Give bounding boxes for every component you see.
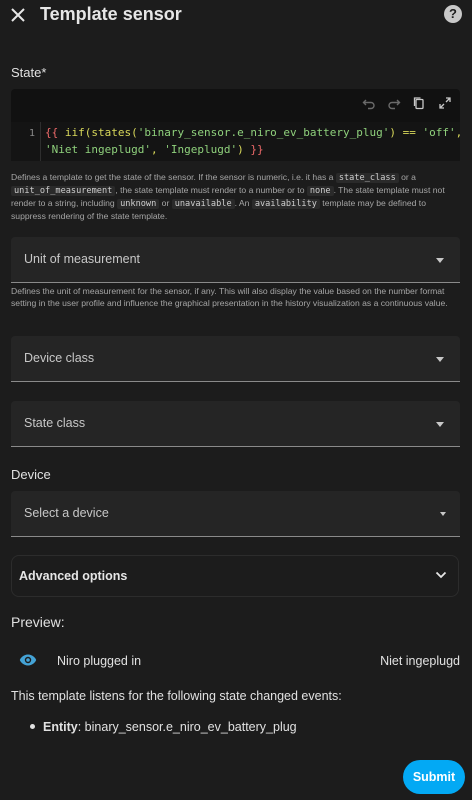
preview-label: Preview: (11, 614, 65, 630)
code-equals: ) == (389, 126, 423, 139)
code-true-string: 'Niet ingeplugd' (45, 143, 151, 156)
listen-events-text: This template listens for the following … (11, 689, 342, 703)
state-class-label: State class (24, 416, 86, 430)
listen-entity-value: : binary_sensor.e_niro_ev_battery_plug (77, 720, 297, 734)
state-helper-text: Defines a template to get the state of t… (11, 171, 456, 222)
code-false-string: 'Ingeplugd' (164, 143, 238, 156)
chevron-down-icon (435, 571, 447, 579)
code-chip-availability: availability (251, 199, 320, 209)
dropdown-arrow-icon (436, 422, 444, 427)
unit-of-measurement-label: Unit of measurement (24, 252, 141, 266)
device-picker[interactable]: Select a device (11, 491, 460, 537)
redo-icon[interactable] (387, 96, 401, 110)
helper-text-part: Defines a template to get the state of t… (11, 172, 336, 182)
code-open-brace: {{ (45, 126, 59, 139)
helper-text-part: , the state template must render to a nu… (115, 185, 307, 195)
advanced-options-expander[interactable]: Advanced options (11, 555, 459, 597)
state-label: State* (11, 65, 47, 80)
dialog-header: Template sensor ? (0, 0, 472, 30)
code-area[interactable]: 1 {{ iif(states('binary_sensor.e_niro_ev… (11, 122, 462, 161)
undo-icon[interactable] (362, 96, 376, 110)
device-class-label: Device class (24, 351, 95, 365)
code-chip-none: none (306, 186, 334, 196)
state-class-select[interactable]: State class (11, 401, 460, 447)
dropdown-arrow-icon (436, 258, 444, 263)
preview-entity-state: Niet ingeplugd (380, 654, 460, 668)
gutter-divider (40, 122, 41, 161)
code-close-brace: }} (250, 143, 264, 156)
unit-of-measurement-select[interactable]: Unit of measurement (11, 237, 460, 283)
listen-entity-item: Entity: binary_sensor.e_niro_ev_battery_… (30, 720, 297, 734)
help-circle-icon[interactable]: ? (444, 5, 462, 23)
device-class-select[interactable]: Device class (11, 336, 460, 382)
line-number: 1 (28, 128, 35, 139)
bullet-dot (30, 724, 35, 730)
device-picker-placeholder: Select a device (24, 506, 109, 520)
code-chip-state-class: state_class (335, 173, 399, 183)
code-comma-2: , (150, 143, 165, 156)
code-entity-string: 'binary_sensor.e_niro_ev_battery_plug' (137, 126, 390, 139)
code-function: iif(states( (58, 126, 138, 139)
preview-entity-row[interactable]: Niro plugged in Niet ingeplugd (11, 646, 460, 676)
submit-button[interactable]: Submit (403, 760, 465, 794)
dropdown-arrow-icon (436, 357, 444, 362)
code-chip-unknown: unknown (117, 199, 160, 209)
code-close-paren: ) (237, 143, 251, 156)
code-comma: , (455, 126, 463, 139)
dialog-title: Template sensor (40, 4, 182, 24)
listen-entity-label: Entity (43, 720, 78, 734)
close-icon[interactable] (9, 6, 27, 24)
helper-text-part: or a (398, 172, 416, 182)
unit-helper-text: Defines the unit of measurement for the … (11, 286, 448, 308)
advanced-options-label: Advanced options (19, 569, 128, 583)
template-code-editor[interactable]: 1 {{ iif(states('binary_sensor.e_niro_ev… (11, 89, 462, 161)
copy-icon[interactable] (412, 96, 426, 110)
helper-text-part: . An (234, 198, 252, 208)
code-off-string: 'off' (422, 126, 456, 139)
template-code[interactable]: {{ iif(states('binary_sensor.e_niro_ev_b… (45, 124, 462, 158)
helper-text-part: or (159, 198, 172, 208)
device-section-label: Device (11, 467, 51, 482)
preview-entity-name: Niro plugged in (57, 654, 142, 668)
eye-icon (19, 654, 37, 666)
dropdown-arrow-icon (440, 512, 446, 516)
code-chip-unavailable: unavailable (171, 199, 235, 209)
fullscreen-icon[interactable] (438, 96, 452, 110)
code-chip-unit: unit_of_measurement (11, 186, 116, 196)
